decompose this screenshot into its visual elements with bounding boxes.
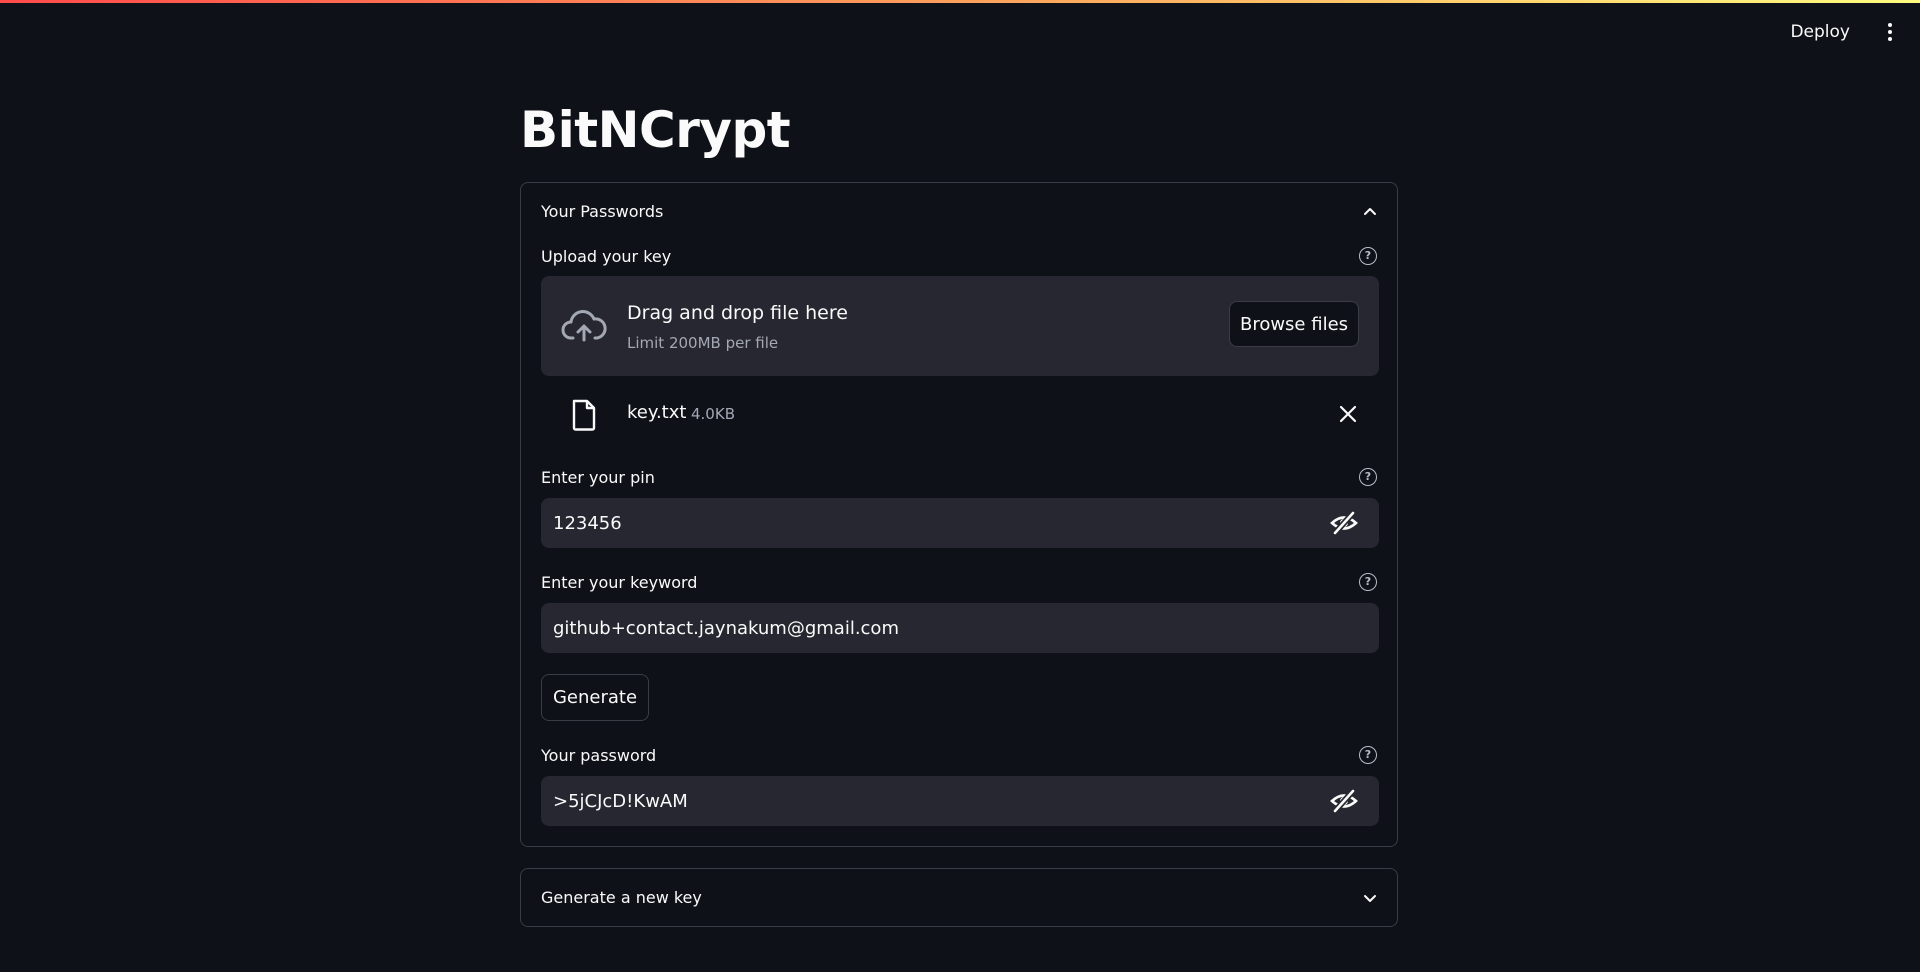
pin-input[interactable]: 123456 <box>541 498 1379 548</box>
help-icon[interactable]: ? <box>1359 573 1377 591</box>
pin-label: Enter your pin <box>541 468 655 487</box>
expander-generate-new-key: Generate a new key <box>520 868 1398 927</box>
keyword-input[interactable]: github+contact.jaynakum@gmail.com <box>541 603 1379 653</box>
uploaded-file-size: 4.0KB <box>691 405 735 423</box>
kebab-menu-icon[interactable] <box>1880 20 1900 44</box>
uploaded-file-name: key.txt <box>627 402 687 423</box>
expander-header-passwords[interactable]: Your Passwords <box>521 183 1397 239</box>
keyword-value: github+contact.jaynakum@gmail.com <box>553 617 899 639</box>
expander-label: Generate a new key <box>541 888 702 907</box>
expander-header-new-key[interactable]: Generate a new key <box>521 869 1397 926</box>
deploy-button[interactable]: Deploy <box>1784 18 1856 46</box>
dropzone-title: Drag and drop file here <box>627 302 848 324</box>
password-label: Your password <box>541 746 657 765</box>
cloud-upload-icon <box>561 310 607 342</box>
help-icon[interactable]: ? <box>1359 247 1377 265</box>
expander-label: Your Passwords <box>541 201 664 221</box>
file-dropzone[interactable]: Drag and drop file here Limit 200MB per … <box>541 276 1379 376</box>
eye-off-icon[interactable] <box>1329 510 1359 536</box>
help-icon[interactable]: ? <box>1359 746 1377 764</box>
browse-files-button[interactable]: Browse files <box>1229 301 1359 347</box>
close-icon[interactable] <box>1339 405 1357 423</box>
page-title: BitNCrypt <box>520 101 791 159</box>
chevron-up-icon <box>1364 208 1376 215</box>
password-output[interactable]: >5jCJcD!KwAM <box>541 776 1379 826</box>
generate-button[interactable]: Generate <box>541 674 649 721</box>
top-decoration-bar <box>0 0 1920 3</box>
chevron-down-icon <box>1364 894 1376 902</box>
upload-key-label: Upload your key <box>541 247 672 266</box>
file-icon <box>572 399 596 431</box>
pin-value: 123456 <box>553 512 622 534</box>
expander-your-passwords: Your Passwords Upload your key ? Drag an… <box>520 182 1398 847</box>
eye-off-icon[interactable] <box>1329 788 1359 814</box>
dropzone-limit: Limit 200MB per file <box>627 334 779 352</box>
keyword-label: Enter your keyword <box>541 573 698 592</box>
help-icon[interactable]: ? <box>1359 468 1377 486</box>
app-header-actions: Deploy <box>1784 18 1900 46</box>
password-value: >5jCJcD!KwAM <box>553 790 688 812</box>
